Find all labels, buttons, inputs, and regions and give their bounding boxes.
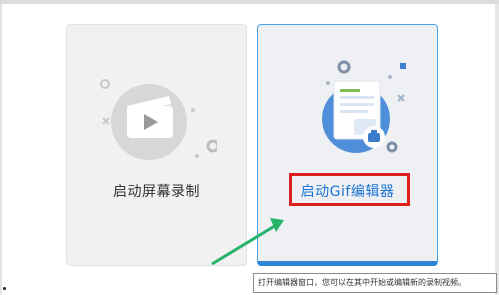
tooltip: 打开编辑器窗口，您可以在其中开始或编辑新的录制视频。: [253, 273, 497, 293]
window-right-edge: [495, 4, 499, 295]
video-clapper-icon: [97, 70, 217, 170]
window-left-edge: [0, 4, 2, 295]
window-top-edge: [0, 0, 499, 4]
gif-document-icon: [298, 55, 418, 167]
start-screen-recording-label: 启动屏幕录制: [113, 184, 200, 200]
annotation-highlight-box: [289, 173, 410, 206]
cursor-dot: [3, 287, 6, 290]
annotation-arrow-icon: [200, 210, 290, 274]
